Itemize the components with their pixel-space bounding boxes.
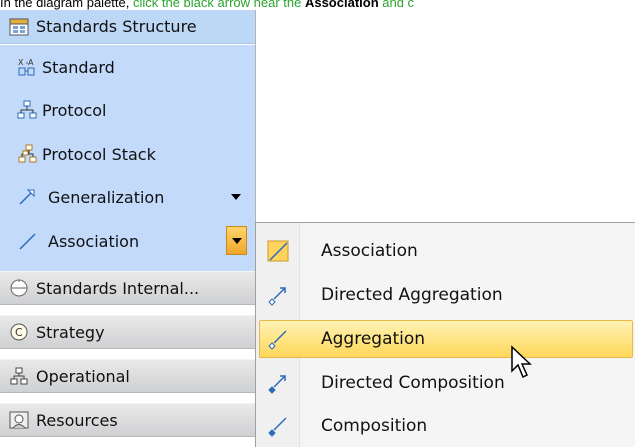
menu-item-association[interactable]: Association	[256, 229, 635, 273]
standard-icon: XA	[16, 56, 38, 78]
directed-aggregation-icon	[256, 273, 300, 317]
group-operational[interactable]: Operational	[0, 359, 255, 393]
instruction-link[interactable]: click the black arrow near the	[133, 0, 305, 10]
directed-composition-icon	[256, 361, 300, 405]
instruction-text: In the diagram palette, click the black …	[0, 0, 635, 10]
group-resources[interactable]: Resources	[0, 403, 255, 437]
menu-item-directed-composition[interactable]: Directed Composition	[256, 361, 635, 405]
svg-text:C: C	[15, 326, 23, 339]
tool-standard[interactable]: XA Standard	[0, 45, 255, 89]
generalization-icon	[16, 186, 38, 208]
composition-icon	[256, 404, 300, 447]
svg-text:A: A	[28, 58, 34, 67]
protocol-icon	[16, 99, 38, 121]
standards-structure-icon	[8, 16, 30, 38]
standards-internal-icon	[8, 277, 30, 299]
palette-tools: XA Standard Protocol Protocol Stack Gene…	[0, 45, 255, 271]
tool-protocol[interactable]: Protocol	[0, 88, 255, 132]
menu-item-composition[interactable]: Composition	[256, 404, 635, 447]
protocol-stack-icon	[16, 143, 38, 165]
group-standards-internal[interactable]: Standards Internal...	[0, 271, 255, 305]
association-dropdown-menu: Association Directed Aggregation Aggrega…	[255, 222, 635, 447]
menu-item-aggregation[interactable]: Aggregation	[256, 317, 635, 361]
aggregation-icon	[256, 317, 300, 361]
tool-generalization[interactable]: Generalization	[0, 175, 255, 219]
mouse-pointer-icon	[511, 345, 532, 379]
association-icon	[256, 229, 300, 273]
tool-association[interactable]: Association	[0, 219, 255, 263]
resources-icon	[8, 409, 30, 431]
chevron-down-icon	[231, 237, 242, 244]
menu-item-directed-aggregation[interactable]: Directed Aggregation	[256, 273, 635, 317]
diagram-palette: Standards Structure XA Standard Protocol…	[0, 10, 256, 447]
association-icon	[16, 230, 38, 252]
association-dropdown-button[interactable]	[226, 226, 247, 255]
operational-icon	[8, 365, 30, 387]
svg-text:X: X	[18, 58, 24, 67]
tool-protocol-stack[interactable]: Protocol Stack	[0, 132, 255, 176]
group-strategy[interactable]: C Strategy	[0, 315, 255, 349]
generalization-dropdown-arrow-icon[interactable]	[231, 194, 241, 200]
strategy-icon: C	[8, 321, 30, 343]
group-standards-structure[interactable]: Standards Structure	[0, 10, 255, 44]
